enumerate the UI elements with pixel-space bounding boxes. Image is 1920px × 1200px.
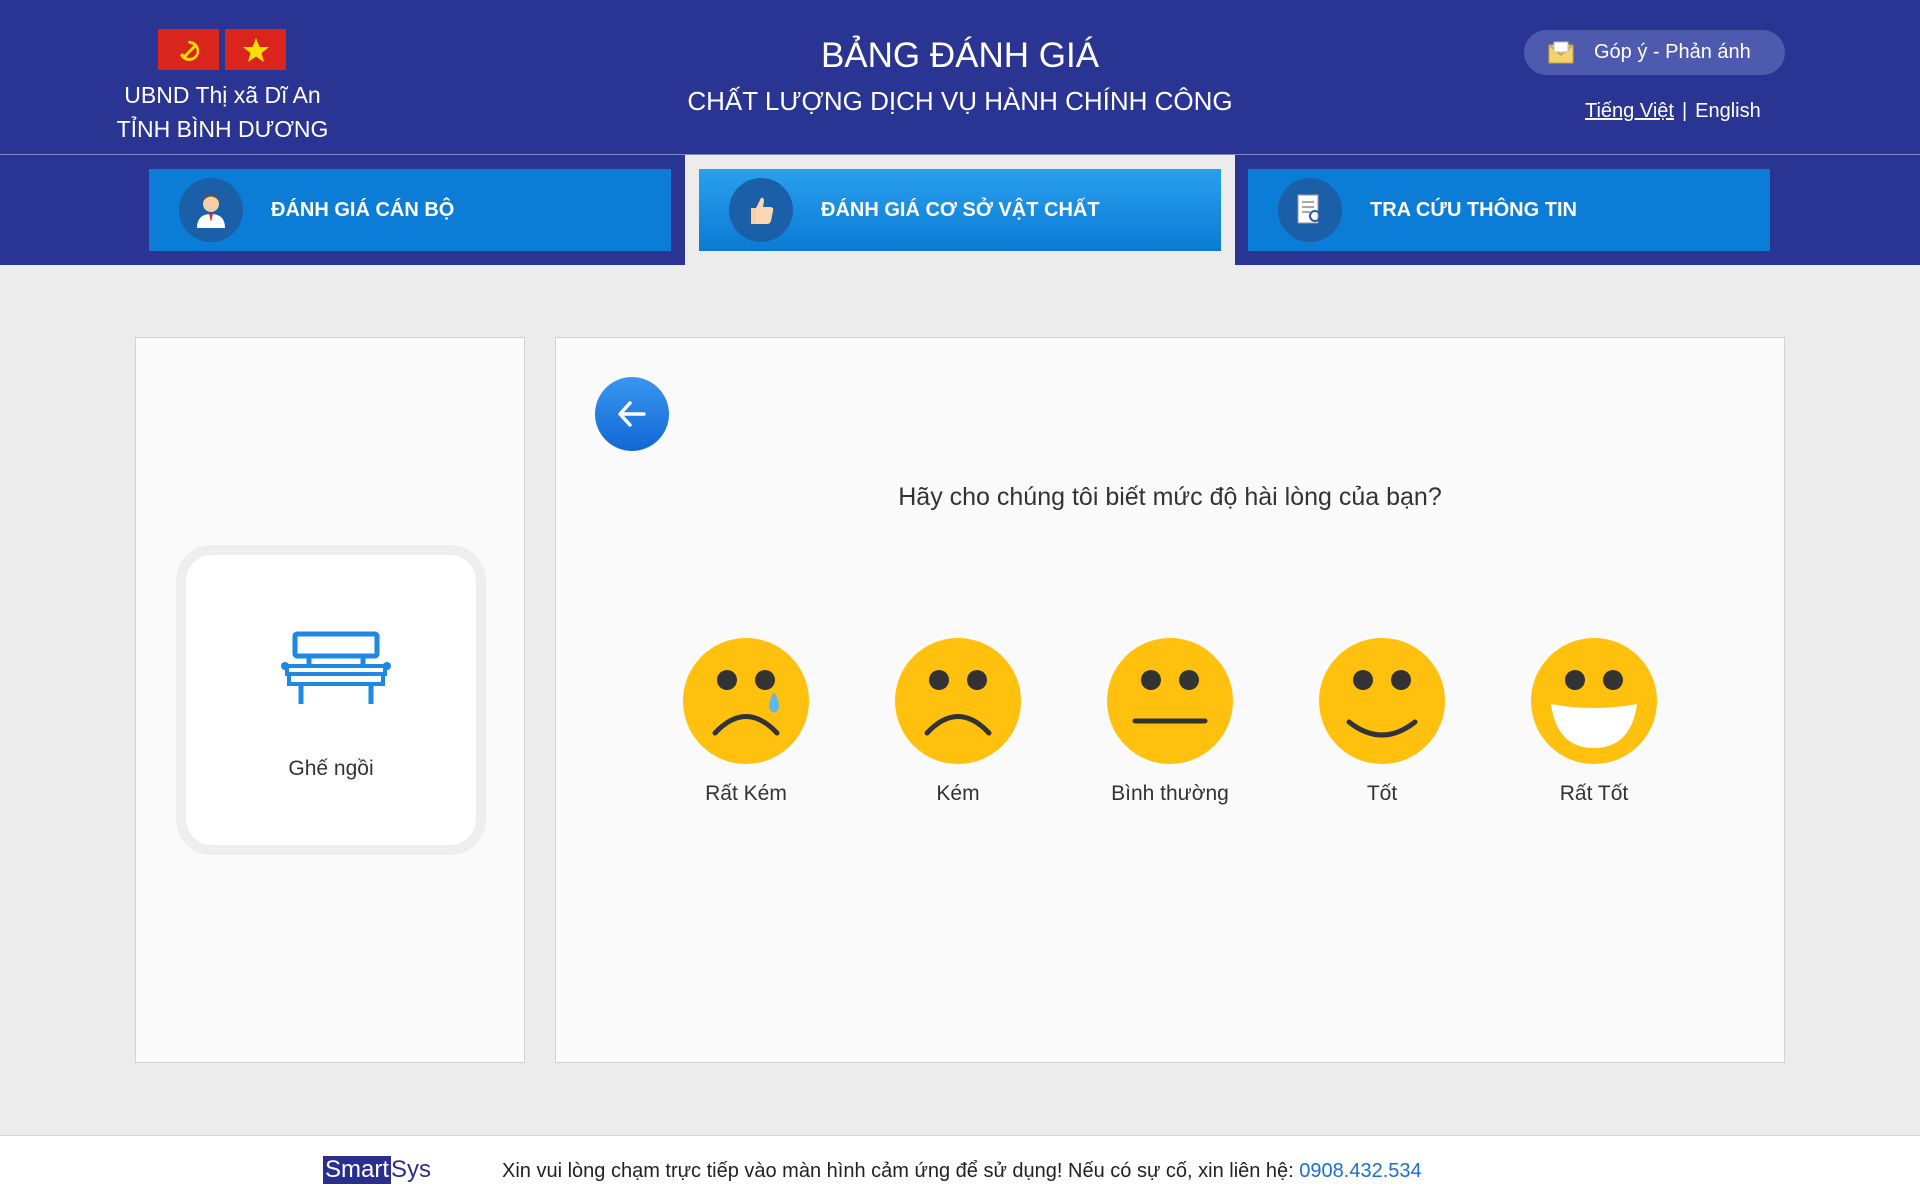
bench-icon bbox=[281, 630, 391, 711]
rating-option-average[interactable]: Bình thường bbox=[1100, 638, 1240, 806]
page-subtitle: CHẤT LƯỢNG DỊCH VỤ HÀNH CHÍNH CÔNG bbox=[687, 86, 1233, 116]
logo-sys: Sys bbox=[391, 1156, 432, 1183]
arrow-left-icon bbox=[618, 401, 646, 427]
feedback-label: Góp ý - Phản ánh bbox=[1594, 41, 1751, 63]
smartsys-logo: Smart Sys bbox=[323, 1156, 431, 1184]
language-switcher: Tiếng Việt | English bbox=[1585, 100, 1761, 123]
feedback-button[interactable]: Góp ý - Phản ánh bbox=[1524, 30, 1785, 75]
smile-face-icon bbox=[1319, 638, 1445, 764]
tab-label: ĐÁNH GIÁ CƠ SỞ VẬT CHẤT bbox=[821, 198, 1100, 221]
staff-icon bbox=[179, 178, 243, 242]
footer-message-text: Xin vui lòng chạm trực tiếp vào màn hình… bbox=[502, 1160, 1300, 1182]
rating-option-very-poor[interactable]: Rất Kém bbox=[676, 638, 816, 806]
facility-panel: Ghế ngồi bbox=[135, 337, 525, 1063]
crying-face-icon bbox=[683, 638, 809, 764]
sad-face-icon bbox=[895, 638, 1021, 764]
footer-message: Xin vui lòng chạm trực tiếp vào màn hình… bbox=[502, 1160, 1422, 1183]
rating-panel: Hãy cho chúng tôi biết mức độ hài lòng c… bbox=[555, 337, 1785, 1063]
lang-separator: | bbox=[1681, 100, 1688, 122]
lang-vietnamese-link[interactable]: Tiếng Việt bbox=[1585, 100, 1674, 123]
rating-question: Hãy cho chúng tôi biết mức độ hài lòng c… bbox=[898, 483, 1442, 511]
rating-label: Bình thường bbox=[1111, 782, 1229, 805]
rating-option-very-good[interactable]: Rất Tốt bbox=[1524, 638, 1664, 806]
lang-english-link[interactable]: English bbox=[1695, 100, 1761, 123]
rating-label: Rất Kém bbox=[705, 782, 787, 805]
back-button[interactable] bbox=[595, 377, 669, 451]
rating-option-poor[interactable]: Kém bbox=[888, 638, 1028, 806]
organization-name: UBND Thị xã Dĩ An TỈNH BÌNH DƯƠNG bbox=[100, 78, 345, 146]
org-line-2: TỈNH BÌNH DƯƠNG bbox=[116, 116, 329, 142]
rating-label: Tốt bbox=[1366, 782, 1398, 805]
rating-option-good[interactable]: Tốt bbox=[1312, 638, 1452, 806]
rating-label: Rất Tốt bbox=[1559, 782, 1629, 805]
tab-information-lookup[interactable]: TRA CỨU THÔNG TIN bbox=[1248, 169, 1770, 251]
tab-label: ĐÁNH GIÁ CÁN BỘ bbox=[271, 198, 455, 221]
big-smile-face-icon bbox=[1531, 638, 1657, 764]
envelope-icon bbox=[1548, 41, 1574, 65]
flags bbox=[158, 29, 286, 70]
support-phone: 0908.432.534 bbox=[1299, 1160, 1422, 1182]
neutral-face-icon bbox=[1107, 638, 1233, 764]
org-line-1: UBND Thị xã Dĩ An bbox=[124, 82, 321, 108]
footer: Smart Sys Xin vui lòng chạm trực tiếp và… bbox=[0, 1135, 1920, 1200]
facility-item-card[interactable]: Ghế ngồi bbox=[176, 545, 486, 855]
rating-label: Kém bbox=[936, 782, 980, 805]
facility-item-label: Ghế ngồi bbox=[288, 757, 374, 780]
party-flag-icon bbox=[158, 29, 219, 70]
national-flag-icon bbox=[225, 29, 286, 70]
header: UBND Thị xã Dĩ An TỈNH BÌNH DƯƠNG BẢNG Đ… bbox=[0, 0, 1920, 155]
document-search-icon bbox=[1278, 178, 1342, 242]
logo-smart: Smart bbox=[323, 1156, 392, 1184]
tab-facility-evaluation[interactable]: ĐÁNH GIÁ CƠ SỞ VẬT CHẤT bbox=[699, 169, 1221, 251]
tab-label: TRA CỨU THÔNG TIN bbox=[1370, 198, 1577, 221]
thumbs-up-icon bbox=[729, 178, 793, 242]
page-title: BẢNG ĐÁNH GIÁ bbox=[820, 36, 1100, 75]
tab-staff-evaluation[interactable]: ĐÁNH GIÁ CÁN BỘ bbox=[149, 169, 671, 251]
